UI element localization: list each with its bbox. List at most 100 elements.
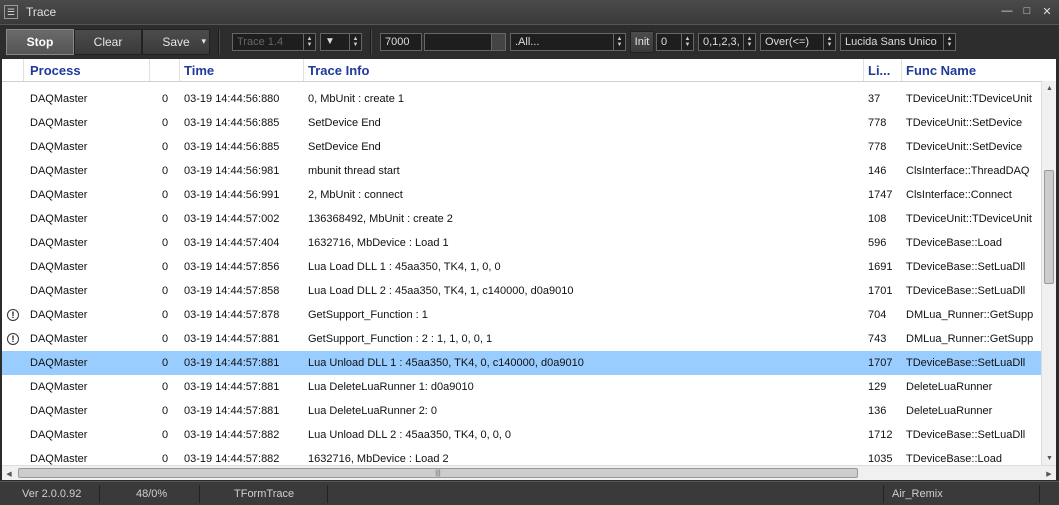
header-num[interactable] <box>150 59 180 81</box>
spin-icon[interactable]: ▲ ▼ <box>681 33 693 50</box>
vertical-scroll-thumb[interactable] <box>1044 170 1054 284</box>
horizontal-scrollbar[interactable]: ◀ ||| ▶ <box>2 465 1056 480</box>
cell-num: 0 <box>161 213 169 225</box>
scroll-left-icon[interactable]: ◀ <box>2 466 16 481</box>
cell-func-name: DeleteLuaRunner <box>906 405 993 417</box>
cell-time: 03-19 14:44:57:881 <box>184 357 280 369</box>
table-row[interactable]: DAQMaster 0 03-19 14:44:57:404 1632716, MbD… <box>2 231 1041 255</box>
cell-func-name: DeleteLuaRunner <box>906 381 993 393</box>
vertical-scrollbar[interactable]: ▲ ▼ <box>1041 81 1056 465</box>
minimize-button[interactable]: — <box>999 4 1015 18</box>
cell-line: 146 <box>868 165 887 177</box>
cell-process: DAQMaster <box>30 261 88 273</box>
table-row[interactable]: DAQMaster 0 03-19 14:44:57:002 136368492, M… <box>2 207 1041 231</box>
spin-icon[interactable]: ▲ ▼ <box>349 33 361 50</box>
cell-trace-info: Lua Unload DLL 2 : 45aa350, TK4, 0, 0, 0 <box>308 429 512 441</box>
cell-process: DAQMaster <box>30 213 88 225</box>
cell-time: 03-19 14:44:56:981 <box>184 165 280 177</box>
spin-icon[interactable]: ▲ ▼ <box>743 33 755 50</box>
cell-func-name: TDeviceUnit::TDeviceUnit <box>906 213 1032 225</box>
table-row[interactable]: DAQMaster 0 03-19 14:44:57:882 1632716, MbD… <box>2 447 1041 465</box>
table-row[interactable]: DAQMaster 0 03-19 14:44:56:880 0, MbUnit : … <box>2 87 1041 111</box>
grip-icon: ||| <box>435 469 441 477</box>
table-row[interactable]: DAQMaster 0 03-19 14:44:57:881 Lua Unload D… <box>2 351 1041 375</box>
header-line[interactable]: Li... <box>864 59 902 81</box>
cell-num: 0 <box>161 237 169 249</box>
header-trace-info[interactable]: Trace Info <box>304 59 864 81</box>
horizontal-scroll-thumb[interactable]: ||| <box>18 468 858 478</box>
header-icon-column[interactable] <box>2 59 24 81</box>
spin-icon[interactable]: ▲ ▼ <box>303 33 315 50</box>
spin-icon[interactable]: ▲ ▼ <box>943 33 955 50</box>
table-row[interactable]: DAQMaster 0 03-19 14:44:57:881 Lua DeleteLu… <box>2 375 1041 399</box>
cell-num: 0 <box>161 141 169 153</box>
close-button[interactable]: ✕ <box>1039 4 1055 18</box>
progress-handle[interactable] <box>491 33 505 50</box>
compare-combo[interactable]: Over(<=) ▲ ▼ <box>760 32 836 51</box>
cell-trace-info: GetSupport_Function : 1 <box>308 309 428 321</box>
trace-combo-value: Trace 1.4 <box>237 35 284 48</box>
table-row[interactable]: DAQMaster 0 03-19 14:44:57:882 Lua Unload D… <box>2 423 1041 447</box>
cell-line: 1691 <box>868 261 893 273</box>
table-row[interactable]: ! DAQMaster 0 03-19 14:44:57:878 GetSupport_… <box>2 303 1041 327</box>
table-row[interactable]: DAQMaster 0 03-19 14:44:56:981 mbunit threa… <box>2 159 1041 183</box>
table-row[interactable]: DAQMaster 0 03-19 14:44:57:881 Lua DeleteLu… <box>2 399 1041 423</box>
cell-line: 1035 <box>868 453 893 465</box>
clear-button[interactable]: Clear <box>74 28 142 55</box>
init-combo[interactable]: 0 ▲ ▼ <box>656 32 694 51</box>
cell-line: 743 <box>868 333 887 345</box>
cell-trace-info: 2, MbUnit : connect <box>308 189 403 201</box>
cell-line: 1707 <box>868 357 893 369</box>
cell-func-name: TDeviceBase::SetLuaDll <box>906 357 1026 369</box>
trace-combo[interactable]: Trace 1.4 ▲ ▼ <box>232 32 316 51</box>
spin-icon[interactable]: ▲ ▼ <box>613 33 625 50</box>
cell-func-name: DMLua_Runner::GetSupp <box>906 333 1034 345</box>
scrollbar-corner <box>1041 59 1056 81</box>
scroll-up-icon[interactable]: ▲ <box>1042 81 1057 95</box>
cell-time: 03-19 14:44:57:002 <box>184 213 280 225</box>
cell-line: 108 <box>868 213 887 225</box>
filter-combo[interactable]: .All... ▲ ▼ <box>510 32 626 51</box>
compare-combo-value: Over(<=) <box>765 35 810 48</box>
levels-combo[interactable]: 0,1,2,3, ▲ ▼ <box>698 32 756 51</box>
table-row[interactable]: DAQMaster 0 03-19 14:44:56:885 SetDevice En… <box>2 111 1041 135</box>
table-row[interactable]: DAQMaster 0 03-19 14:44:57:856 Lua Load DLL… <box>2 255 1041 279</box>
table-row[interactable]: DAQMaster 0 03-19 14:44:56:885 SetDevice En… <box>2 135 1041 159</box>
cell-num: 0 <box>161 453 169 465</box>
save-label: Save <box>162 34 190 49</box>
direction-combo[interactable]: ▼ ▲ ▼ <box>320 32 362 51</box>
save-dropdown-icon[interactable]: ▾ <box>201 36 206 47</box>
window-title: Trace <box>26 5 57 19</box>
font-combo-value: Lucida Sans Unico <box>845 35 937 48</box>
status-skin: Air_Remix <box>884 484 1040 503</box>
cell-num: 0 <box>161 117 169 129</box>
scroll-down-icon[interactable]: ▼ <box>1042 451 1057 465</box>
scroll-right-icon[interactable]: ▶ <box>1042 466 1056 481</box>
trace-grid[interactable]: Process Time Trace Info Li... Func Name … <box>2 59 1041 465</box>
header-time[interactable]: Time <box>180 59 304 81</box>
table-row[interactable]: DAQMaster 0 03-19 14:44:56:991 2, MbUnit : … <box>2 183 1041 207</box>
count-input[interactable]: 7000 <box>380 32 422 51</box>
init-button[interactable]: Init <box>630 30 654 53</box>
cell-func-name: ClsInterface::ThreadDAQ <box>906 165 1030 177</box>
system-menu-icon[interactable]: ☰ <box>4 5 18 19</box>
cell-line: 129 <box>868 381 887 393</box>
cell-time: 03-19 14:44:57:881 <box>184 333 280 345</box>
header-func-name[interactable]: Func Name <box>902 59 1041 81</box>
table-row[interactable]: ! DAQMaster 0 03-19 14:44:57:881 GetSupport_… <box>2 327 1041 351</box>
spin-icon[interactable]: ▲ ▼ <box>823 33 835 50</box>
font-combo[interactable]: Lucida Sans Unico ▲ ▼ <box>840 32 956 51</box>
cell-num: 0 <box>161 93 169 105</box>
header-process[interactable]: Process <box>24 59 150 81</box>
cell-time: 03-19 14:44:57:881 <box>184 381 280 393</box>
maximize-button[interactable]: □ <box>1019 4 1035 18</box>
cell-process: DAQMaster <box>30 141 88 153</box>
toolbar-separator <box>370 28 372 55</box>
cell-process: DAQMaster <box>30 357 88 369</box>
cell-num: 0 <box>161 405 169 417</box>
save-button[interactable]: Save ▾ <box>142 28 210 55</box>
table-row[interactable]: DAQMaster 0 03-19 14:44:57:858 Lua Load DLL… <box>2 279 1041 303</box>
cell-process: DAQMaster <box>30 405 88 417</box>
stop-button[interactable]: Stop <box>6 28 74 55</box>
size-grip-icon[interactable] <box>1040 485 1056 503</box>
